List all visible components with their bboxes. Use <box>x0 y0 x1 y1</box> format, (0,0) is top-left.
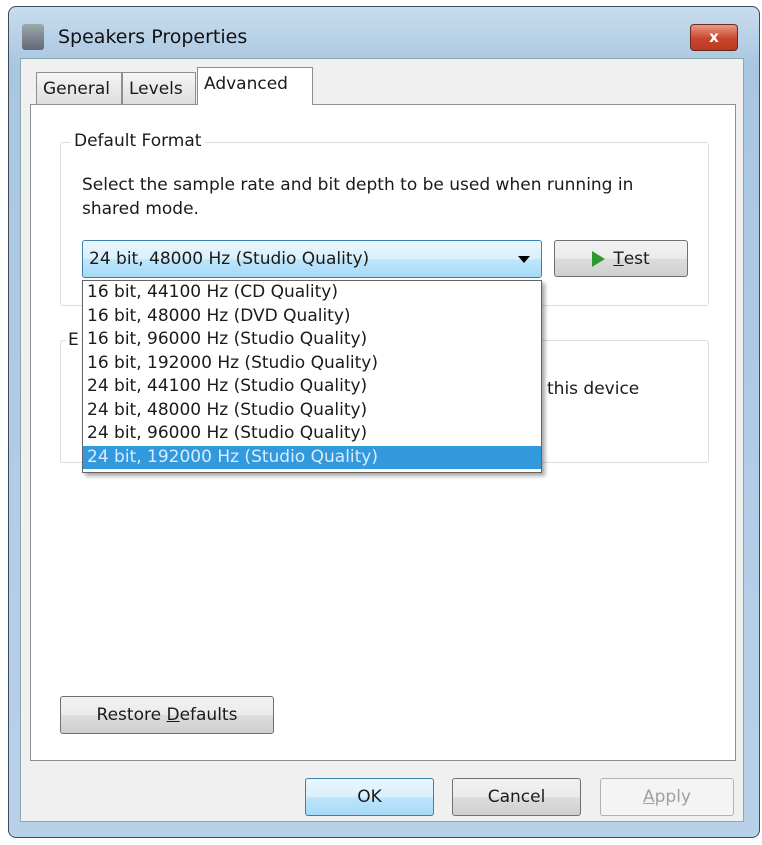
exclusive-mode-text: this device <box>547 379 640 399</box>
apply-label: pply <box>654 787 691 807</box>
sample-rate-dropdown-list: 16 bit, 44100 Hz (CD Quality) 16 bit, 48… <box>82 280 542 473</box>
test-mnemonic: T <box>613 248 624 269</box>
dropdown-option[interactable]: 24 bit, 96000 Hz (Studio Quality) <box>83 422 541 446</box>
default-format-description: Select the sample rate and bit depth to … <box>82 175 634 219</box>
tab-levels[interactable]: Levels <box>122 72 196 105</box>
speaker-icon <box>22 24 44 50</box>
restore-label-b: efaults <box>179 705 238 725</box>
window-title: Speakers Properties <box>58 26 248 48</box>
chevron-down-icon[interactable] <box>518 256 530 263</box>
restore-mnemonic: D <box>166 705 180 725</box>
close-button[interactable]: x <box>690 24 738 51</box>
ok-button[interactable]: OK <box>305 778 434 816</box>
dropdown-option[interactable]: 16 bit, 48000 Hz (DVD Quality) <box>83 305 541 329</box>
dropdown-option-highlighted[interactable]: 24 bit, 192000 Hz (Studio Quality) <box>83 445 541 469</box>
tab-general[interactable]: General <box>36 72 122 105</box>
test-label: est <box>623 248 650 269</box>
apply-mnemonic: A <box>642 787 655 807</box>
tab-advanced[interactable]: Advanced <box>197 67 313 105</box>
dropdown-option[interactable]: 24 bit, 44100 Hz (Studio Quality) <box>83 375 541 399</box>
exclusive-mode-label: E <box>66 330 81 350</box>
dropdown-option[interactable]: 24 bit, 48000 Hz (Studio Quality) <box>83 399 541 423</box>
dropdown-option[interactable]: 16 bit, 192000 Hz (Studio Quality) <box>83 352 541 376</box>
apply-button[interactable]: Apply <box>600 778 734 816</box>
cancel-button[interactable]: Cancel <box>452 778 581 816</box>
sample-rate-dropdown[interactable]: 24 bit, 48000 Hz (Studio Quality) <box>82 240 542 278</box>
play-icon <box>592 250 606 267</box>
dropdown-option[interactable]: 16 bit, 96000 Hz (Studio Quality) <box>83 328 541 352</box>
test-button[interactable]: Test <box>554 240 688 277</box>
restore-label-a: Restore <box>96 705 167 725</box>
restore-defaults-button[interactable]: Restore Defaults <box>60 696 274 734</box>
default-format-label: Default Format <box>70 131 206 151</box>
dropdown-option[interactable]: 16 bit, 44100 Hz (CD Quality) <box>83 281 541 305</box>
